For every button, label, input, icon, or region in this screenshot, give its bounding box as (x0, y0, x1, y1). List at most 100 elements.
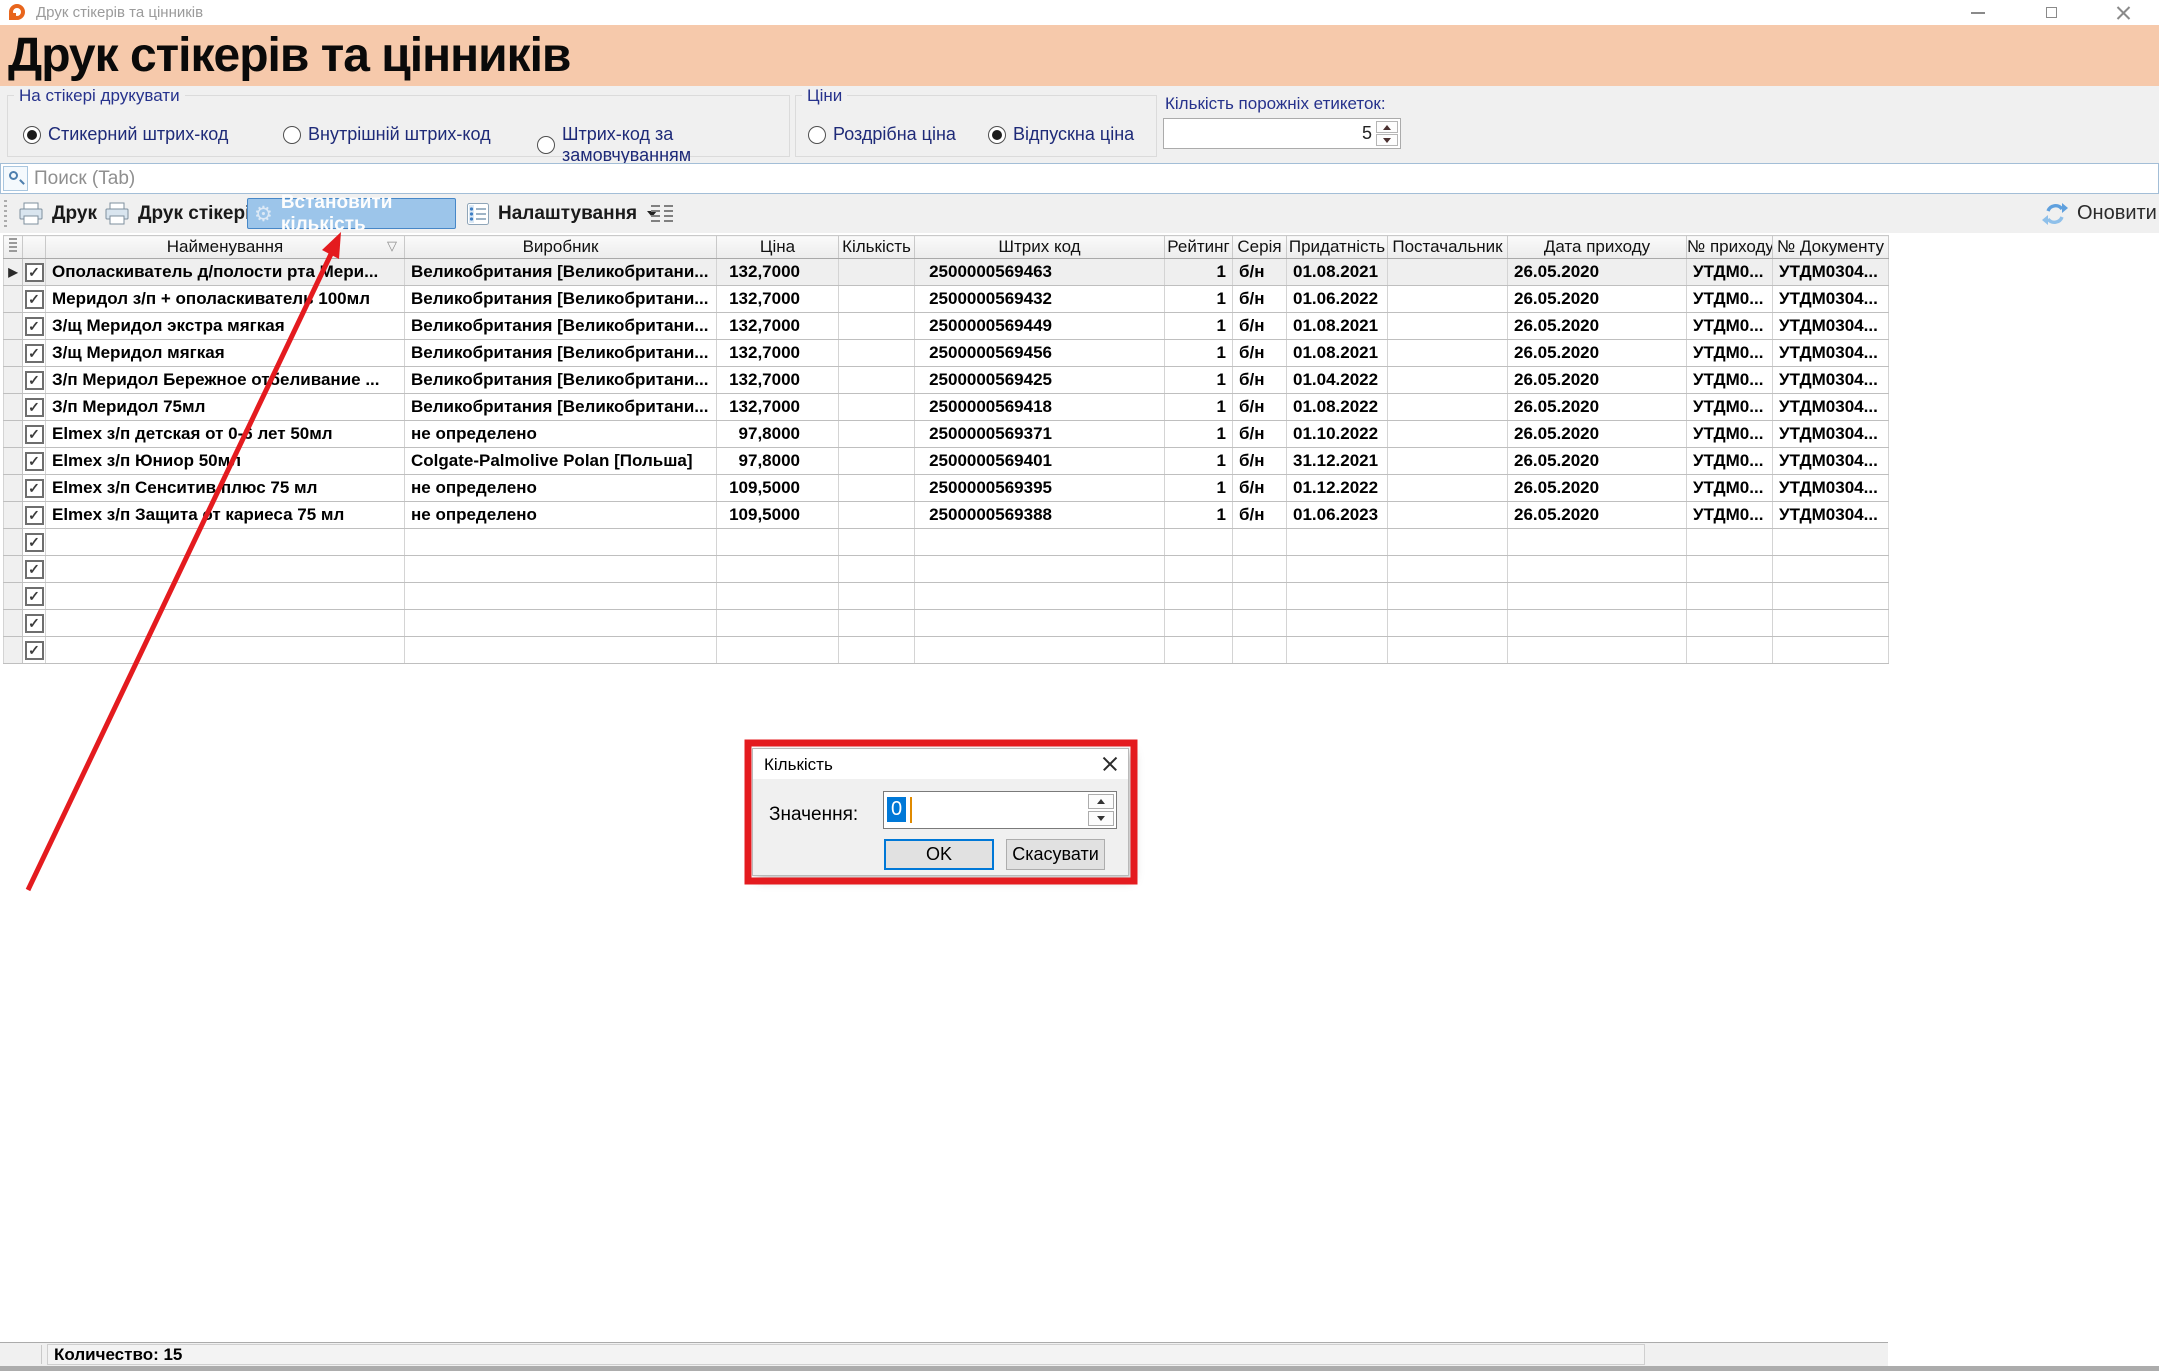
cell-barcode[interactable]: 2500000569371 (915, 421, 1165, 448)
column-header[interactable]: Найменування▽ (46, 236, 405, 259)
cell-arrival[interactable]: 26.05.2020 (1508, 421, 1687, 448)
column-header[interactable]: Виробник (405, 236, 717, 259)
cell-price[interactable]: 132,7000 (717, 340, 839, 367)
dialog-spin-down-button[interactable] (1088, 811, 1114, 826)
cell-arrival[interactable] (1508, 529, 1687, 556)
table-row[interactable]: ✓ (4, 529, 1889, 556)
row-checkbox[interactable]: ✓ (25, 614, 44, 633)
cell-barcode[interactable]: 2500000569463 (915, 259, 1165, 286)
cell-receipt_no[interactable]: УТДМ0... (1687, 394, 1773, 421)
cell-doc_no[interactable] (1773, 529, 1889, 556)
cell-qty[interactable] (839, 475, 915, 502)
cell-manufacturer[interactable]: Colgate-Palmolive Polan [Польша] (405, 448, 717, 475)
cell-seria[interactable]: б/н (1233, 313, 1287, 340)
empty-labels-spinner[interactable] (1163, 118, 1401, 149)
column-header[interactable]: Кількість (839, 236, 915, 259)
cell-qty[interactable] (839, 529, 915, 556)
ok-button[interactable]: OK (884, 839, 994, 870)
empty-labels-value[interactable] (1292, 123, 1372, 144)
cell-manufacturer[interactable]: не определено (405, 421, 717, 448)
column-header[interactable]: Ціна (717, 236, 839, 259)
cell-doc_no[interactable] (1773, 610, 1889, 637)
cell-manufacturer[interactable]: Великобритания [Великобритани... (405, 313, 717, 340)
cell-qty[interactable] (839, 394, 915, 421)
cell-seria[interactable]: б/н (1233, 367, 1287, 394)
dialog-close-icon[interactable] (1102, 756, 1118, 772)
cell-doc_no[interactable]: УТДМ0304... (1773, 286, 1889, 313)
cell-price[interactable]: 132,7000 (717, 394, 839, 421)
cancel-button[interactable]: Скасувати (1006, 839, 1105, 870)
table-row[interactable]: ✓Elmex з/п Защита от кариеса 75 млне опр… (4, 502, 1889, 529)
cell-receipt_no[interactable]: УТДМ0... (1687, 259, 1773, 286)
cell-barcode[interactable]: 2500000569425 (915, 367, 1165, 394)
cell-arrival[interactable]: 26.05.2020 (1508, 502, 1687, 529)
cell-manufacturer[interactable] (405, 610, 717, 637)
cell-name[interactable]: З/п Меридол 75мл (46, 394, 405, 421)
cell-receipt_no[interactable] (1687, 637, 1773, 664)
row-checkbox[interactable]: ✓ (25, 479, 44, 498)
cell-arrival[interactable]: 26.05.2020 (1508, 313, 1687, 340)
cell-arrival[interactable] (1508, 637, 1687, 664)
table-row[interactable]: ✓З/щ Меридол мягкаяВеликобритания [Велик… (4, 340, 1889, 367)
cell-supplier[interactable] (1388, 286, 1508, 313)
cell-arrival[interactable] (1508, 610, 1687, 637)
row-checkbox[interactable]: ✓ (25, 425, 44, 444)
cell-doc_no[interactable] (1773, 583, 1889, 610)
cell-price[interactable]: 109,5000 (717, 475, 839, 502)
cell-name[interactable] (46, 556, 405, 583)
table-row[interactable]: ✓Elmex з/п Сенситив плюс 75 млне определ… (4, 475, 1889, 502)
column-header[interactable]: Рейтинг (1165, 236, 1233, 259)
cell-supplier[interactable] (1388, 367, 1508, 394)
cell-qty[interactable] (839, 448, 915, 475)
cell-price[interactable] (717, 610, 839, 637)
column-header[interactable]: Дата приходу (1508, 236, 1687, 259)
cell-supplier[interactable] (1388, 259, 1508, 286)
cell-arrival[interactable]: 26.05.2020 (1508, 475, 1687, 502)
row-checkbox[interactable]: ✓ (25, 371, 44, 390)
cell-name[interactable] (46, 583, 405, 610)
row-checkbox[interactable]: ✓ (25, 560, 44, 579)
cell-receipt_no[interactable] (1687, 529, 1773, 556)
cell-rating[interactable] (1165, 583, 1233, 610)
row-checkbox[interactable]: ✓ (25, 317, 44, 336)
cell-expiry[interactable]: 01.06.2023 (1287, 502, 1388, 529)
cell-expiry[interactable] (1287, 583, 1388, 610)
cell-manufacturer[interactable] (405, 583, 717, 610)
cell-doc_no[interactable]: УТДМ0304... (1773, 502, 1889, 529)
cell-price[interactable]: 132,7000 (717, 367, 839, 394)
cell-barcode[interactable] (915, 637, 1165, 664)
close-button[interactable] (2100, 0, 2146, 25)
cell-qty[interactable] (839, 367, 915, 394)
search-icon[interactable] (3, 166, 28, 191)
dialog-spin-up-button[interactable] (1088, 794, 1114, 809)
table-row[interactable]: ✓ (4, 556, 1889, 583)
cell-barcode[interactable] (915, 583, 1165, 610)
cell-rating[interactable]: 1 (1165, 259, 1233, 286)
cell-qty[interactable] (839, 556, 915, 583)
row-checkbox[interactable]: ✓ (25, 452, 44, 471)
cell-qty[interactable] (839, 637, 915, 664)
cell-manufacturer[interactable] (405, 637, 717, 664)
cell-rating[interactable]: 1 (1165, 340, 1233, 367)
cell-price[interactable]: 97,8000 (717, 421, 839, 448)
cell-seria[interactable] (1233, 529, 1287, 556)
table-row[interactable]: ✓Elmex з/п Юниор 50млColgate-Palmolive P… (4, 448, 1889, 475)
cell-price[interactable] (717, 529, 839, 556)
column-header[interactable]: № Документу (1773, 236, 1889, 259)
cell-name[interactable] (46, 529, 405, 556)
cell-name[interactable]: Elmex з/п Защита от кариеса 75 мл (46, 502, 405, 529)
cell-receipt_no[interactable]: УТДМ0... (1687, 340, 1773, 367)
radio-default-barcode[interactable]: Штрих-код за замовчуванням (537, 124, 789, 166)
cell-supplier[interactable] (1388, 610, 1508, 637)
cell-name[interactable]: Elmex з/п детская от 0-6 лет 50мл (46, 421, 405, 448)
cell-supplier[interactable] (1388, 448, 1508, 475)
cell-receipt_no[interactable]: УТДМ0... (1687, 286, 1773, 313)
cell-price[interactable] (717, 583, 839, 610)
cell-seria[interactable] (1233, 610, 1287, 637)
table-row[interactable]: ✓З/п Меридол Бережное отбеливание ...Вел… (4, 367, 1889, 394)
cell-name[interactable] (46, 610, 405, 637)
table-row[interactable]: ✓ (4, 637, 1889, 664)
cell-arrival[interactable]: 26.05.2020 (1508, 340, 1687, 367)
cell-seria[interactable]: б/н (1233, 286, 1287, 313)
settings-button[interactable]: Налаштування (460, 198, 663, 229)
